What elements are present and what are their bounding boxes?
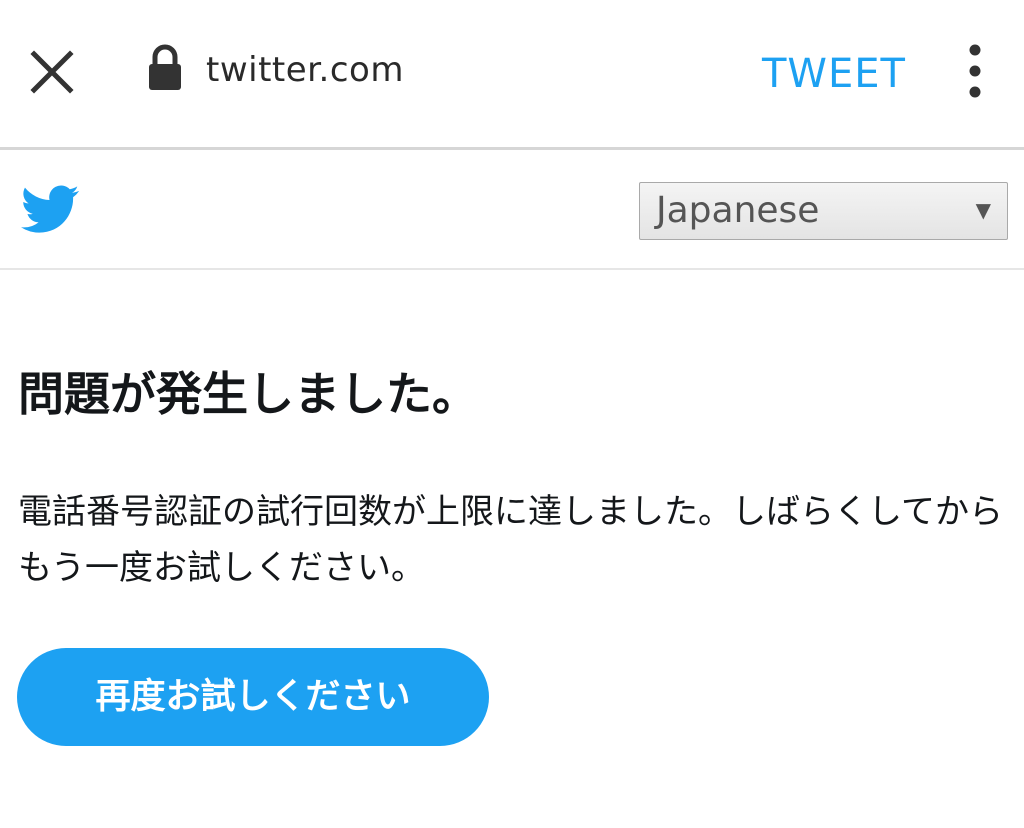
lock-icon [146,44,184,92]
error-title: 問題が発生しました。 [18,367,478,421]
dropdown-caret-icon: ▼ [975,198,991,222]
error-message: 電話番号認証の試行回数が上限に達しました。しばらくしてからもう一度お試しください… [18,492,1003,588]
close-icon[interactable] [24,44,80,100]
tweet-button[interactable]: TWEET [762,50,906,98]
site-header: Japanese ▼ [0,150,1024,270]
language-select[interactable]: Japanese ▼ [639,182,1008,240]
twitter-bird-icon[interactable] [16,180,84,238]
url-text[interactable]: twitter.com [206,48,404,92]
more-vertical-icon[interactable] [955,40,995,104]
language-select-value: Japanese [656,190,820,231]
browser-toolbar: twitter.com TWEET [0,0,1024,150]
retry-button[interactable]: 再度お試しください [17,648,489,746]
